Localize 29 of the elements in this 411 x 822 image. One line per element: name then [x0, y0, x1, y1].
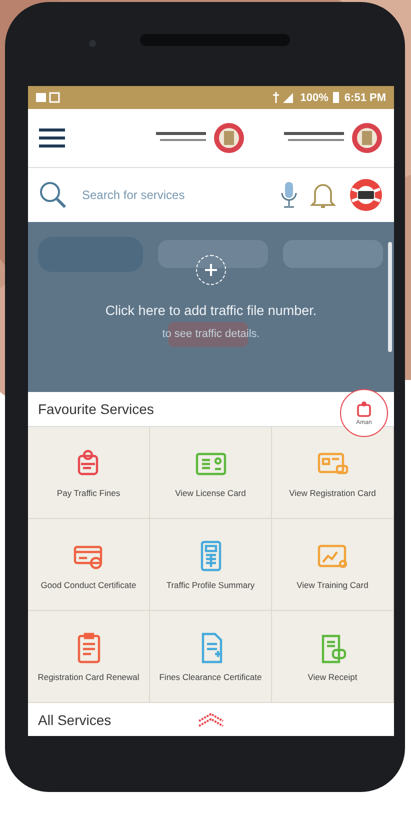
- traffic-file-banner[interactable]: Click here to add traffic file number. to see traffic details.: [28, 222, 394, 392]
- section-title: Favourite Services: [38, 401, 154, 417]
- microphone-icon[interactable]: [280, 181, 298, 209]
- service-tile[interactable]: Good Conduct Certificate: [28, 519, 150, 611]
- battery-percent: 100%: [300, 92, 328, 104]
- chevron-up-icon[interactable]: [196, 711, 226, 727]
- section-title: All Services: [38, 712, 112, 728]
- clock: 6:51 PM: [344, 92, 386, 104]
- bell-icon[interactable]: [310, 181, 336, 209]
- menu-icon[interactable]: [38, 127, 66, 149]
- service-tile[interactable]: View License Card: [150, 427, 272, 519]
- search-icon[interactable]: [38, 180, 68, 210]
- sos-lifebuoy-icon[interactable]: [348, 177, 384, 213]
- service-tile[interactable]: Traffic Profile Summary: [150, 519, 272, 611]
- service-tile[interactable]: View Receipt: [272, 611, 394, 703]
- banner-subtitle: to see traffic details.: [162, 328, 260, 340]
- service-tile[interactable]: View Registration Card: [272, 427, 394, 519]
- clipboard-icon: [355, 400, 373, 418]
- banner-title: Click here to add traffic file number.: [105, 302, 317, 318]
- service-tile[interactable]: Fines Clearance Certificate: [150, 611, 272, 703]
- plus-icon: [204, 262, 218, 276]
- search-field[interactable]: Search for services: [80, 187, 268, 203]
- service-tile[interactable]: View Training Card: [272, 519, 394, 611]
- signal-icon: [273, 92, 296, 103]
- service-tile[interactable]: Pay Traffic Fines: [28, 427, 150, 519]
- notification-icons: [36, 92, 62, 103]
- add-button[interactable]: [196, 254, 226, 284]
- service-tile[interactable]: Registration Card Renewal: [28, 611, 150, 703]
- battery-icon: [333, 92, 340, 103]
